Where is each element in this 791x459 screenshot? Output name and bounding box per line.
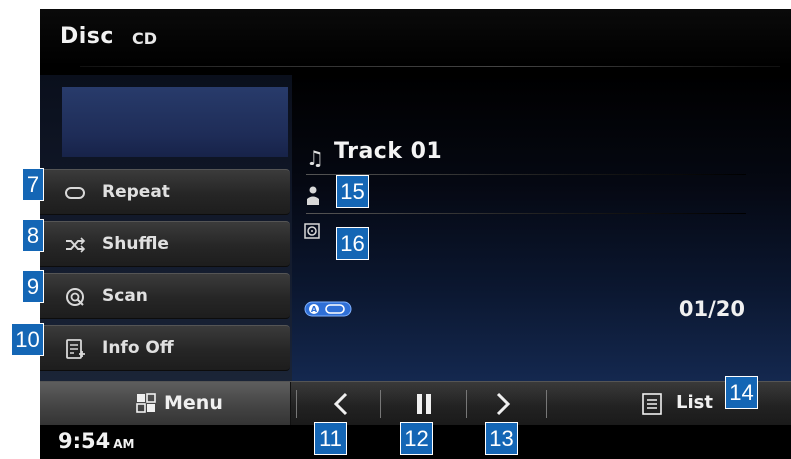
repeat-icon: [64, 182, 86, 204]
clock: 9:54 AM: [58, 429, 134, 453]
pause-button[interactable]: [386, 382, 462, 426]
title-bar: Disc CD: [40, 9, 791, 67]
previous-track-button[interactable]: [310, 382, 374, 426]
callout-14: 14: [725, 376, 758, 409]
album-art: [62, 87, 288, 157]
repeat-label: Repeat: [102, 182, 170, 202]
main-content: Repeat Shuffle Scan Info Off ♫ Track 01 …: [40, 75, 791, 381]
next-track-button[interactable]: [472, 382, 536, 426]
callout-13: 13: [485, 422, 518, 455]
callout-9: 9: [22, 270, 44, 303]
menu-grid-icon: [136, 393, 156, 413]
callout-12: 12: [400, 422, 433, 455]
title-divider: [80, 66, 780, 67]
track-title: Track 01: [334, 139, 443, 164]
svg-text:A: A: [311, 305, 318, 314]
repeat-button[interactable]: Repeat: [40, 169, 290, 215]
scan-button[interactable]: Scan: [40, 273, 290, 319]
album-icon: [304, 223, 320, 239]
menu-button[interactable]: Menu: [40, 382, 291, 426]
media-type-label: CD: [132, 29, 158, 48]
divider: [466, 390, 467, 418]
chevron-left-icon: [333, 392, 348, 416]
divider: [296, 390, 297, 418]
info-off-label: Info Off: [102, 338, 174, 358]
track-counter: 01/20: [678, 297, 745, 321]
scan-label: Scan: [102, 286, 148, 306]
callout-8: 8: [22, 219, 44, 252]
clock-ampm: AM: [113, 437, 135, 451]
callout-16: 16: [336, 227, 369, 260]
list-icon: [642, 393, 662, 415]
callout-15: 15: [336, 175, 369, 208]
scan-icon: [64, 286, 86, 308]
page-title: Disc: [60, 24, 114, 49]
ab-repeat-icon: A: [304, 301, 352, 317]
callout-10: 10: [11, 323, 44, 356]
callout-7: 7: [22, 168, 44, 201]
artist-separator: [306, 213, 746, 214]
divider: [546, 390, 547, 418]
clock-time: 9:54: [58, 429, 111, 453]
track-separator: [306, 174, 746, 175]
music-note-icon: ♫: [306, 146, 324, 170]
pause-icon: [417, 394, 431, 414]
left-panel: Repeat Shuffle Scan Info Off: [40, 75, 292, 381]
menu-label: Menu: [164, 392, 223, 414]
shuffle-label: Shuffle: [102, 234, 169, 254]
list-label: List: [676, 392, 713, 413]
info-off-button[interactable]: Info Off: [40, 325, 290, 371]
car-audio-screen: Disc CD Repeat Shuffle Scan Info Off ♫ T…: [40, 9, 791, 459]
chevron-right-icon: [496, 392, 511, 416]
info-icon: [64, 338, 86, 360]
shuffle-button[interactable]: Shuffle: [40, 221, 290, 267]
artist-icon: [307, 186, 319, 205]
callout-11: 11: [314, 422, 347, 455]
divider: [380, 390, 381, 418]
bottom-control-bar: Menu List: [40, 381, 791, 426]
shuffle-icon: [64, 234, 86, 256]
